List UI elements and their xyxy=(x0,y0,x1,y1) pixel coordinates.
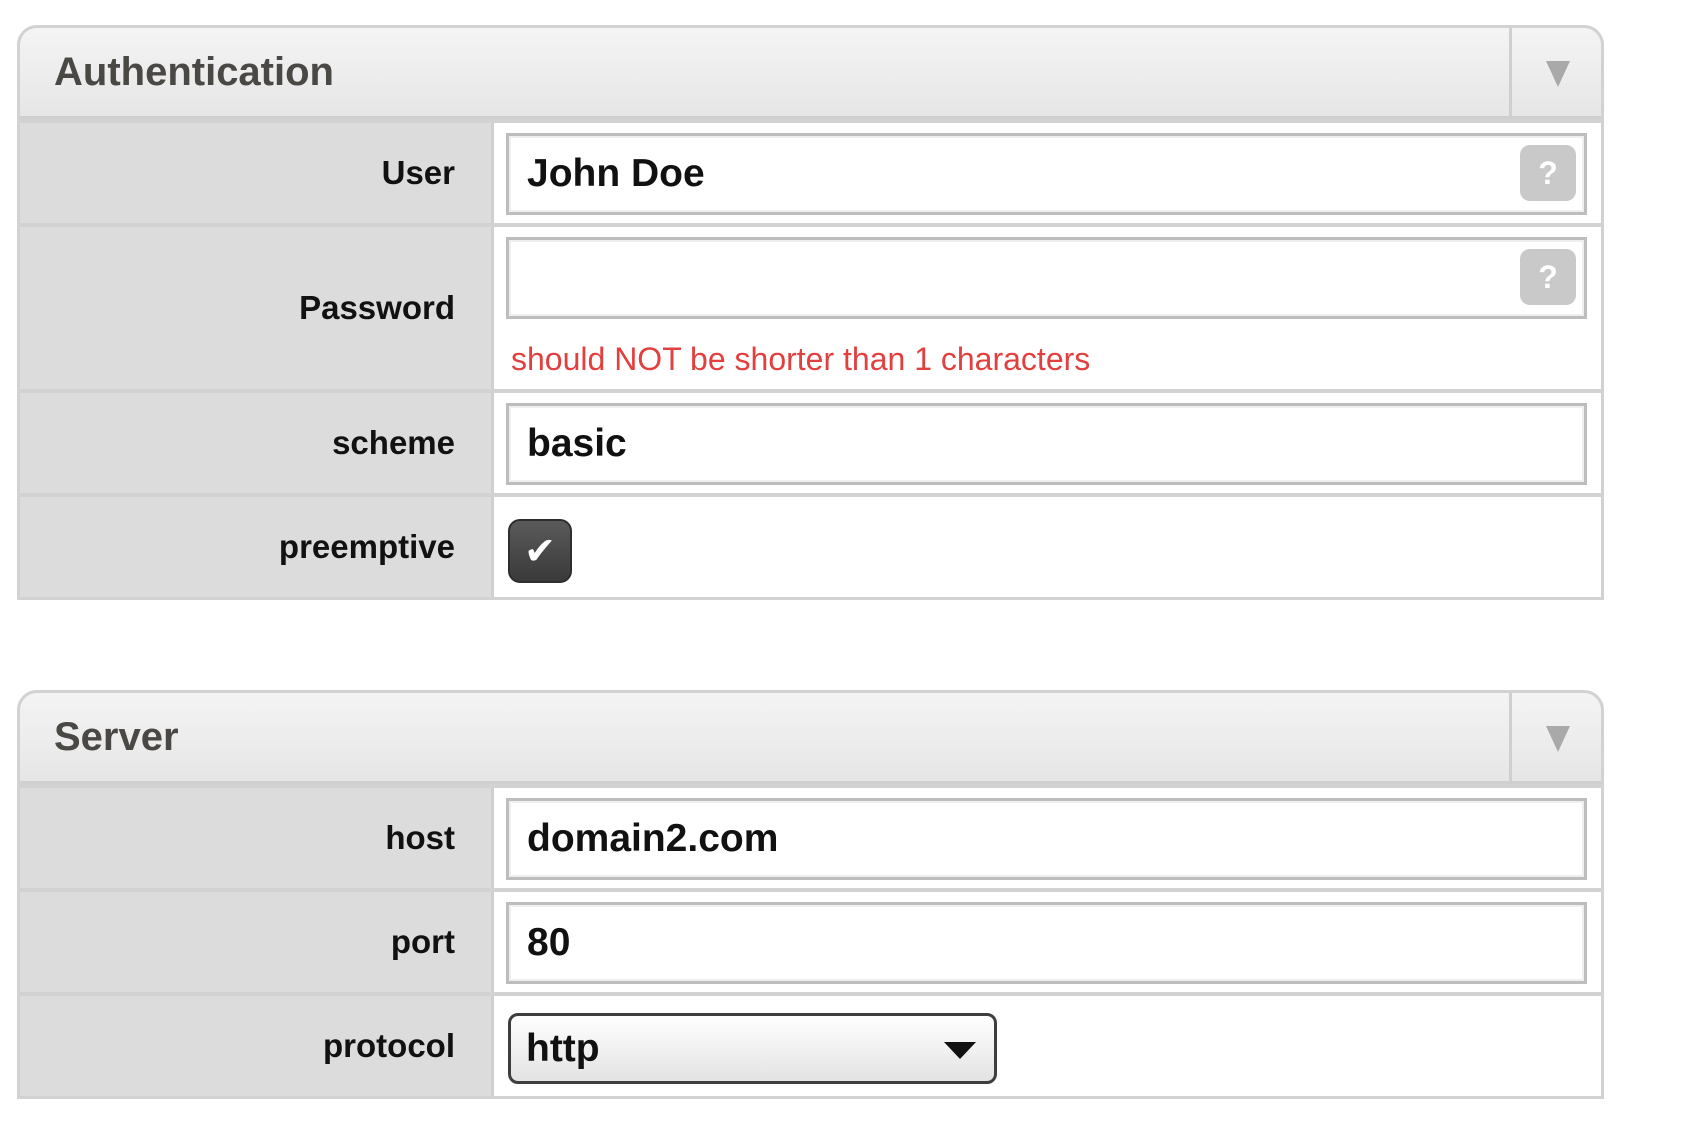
scheme-row: scheme basic xyxy=(20,389,1601,493)
protocol-value-cell: http xyxy=(494,996,1601,1096)
chevron-down-icon xyxy=(944,1042,976,1059)
protocol-label: protocol xyxy=(20,996,494,1096)
password-value-cell: ? should NOT be shorter than 1 character… xyxy=(494,227,1601,389)
user-input[interactable]: John Doe ? xyxy=(506,133,1587,215)
server-collapse-button[interactable] xyxy=(1509,693,1601,781)
host-input-value: domain2.com xyxy=(527,817,779,860)
password-row: Password ? should NOT be shorter than 1 … xyxy=(20,223,1601,389)
password-label: Password xyxy=(20,227,494,389)
scheme-value-cell: basic xyxy=(494,393,1601,493)
port-row: port 80 xyxy=(20,888,1601,992)
question-icon: ? xyxy=(1538,154,1558,191)
port-input[interactable]: 80 xyxy=(506,902,1587,984)
scheme-label: scheme xyxy=(20,393,494,493)
triangle-down-icon xyxy=(1546,61,1570,87)
password-help-button[interactable]: ? xyxy=(1520,249,1576,305)
host-label: host xyxy=(20,788,494,888)
host-row: host domain2.com xyxy=(20,784,1601,888)
preemptive-value-cell: ✔ xyxy=(494,497,1601,597)
authentication-title: Authentication xyxy=(54,50,334,94)
triangle-down-icon xyxy=(1546,726,1570,752)
user-help-button[interactable]: ? xyxy=(1520,145,1576,201)
password-input[interactable]: ? xyxy=(506,237,1587,319)
port-input-value: 80 xyxy=(527,921,571,964)
scheme-input[interactable]: basic xyxy=(506,403,1587,485)
authentication-collapse-button[interactable] xyxy=(1509,28,1601,116)
password-error-message: should NOT be shorter than 1 characters xyxy=(511,341,1091,377)
preemptive-checkbox[interactable]: ✔ xyxy=(508,519,572,583)
preemptive-row: preemptive ✔ xyxy=(20,493,1601,597)
user-input-value: John Doe xyxy=(527,152,705,195)
protocol-select[interactable]: http xyxy=(508,1013,997,1084)
protocol-row: protocol http xyxy=(20,992,1601,1096)
server-title: Server xyxy=(54,715,179,759)
user-row: User John Doe ? xyxy=(20,119,1601,223)
user-label: User xyxy=(20,123,494,223)
authentication-header[interactable]: Authentication xyxy=(20,28,1601,119)
question-icon: ? xyxy=(1538,258,1558,295)
authentication-panel: Authentication User John Doe ? Password … xyxy=(17,25,1604,600)
server-header[interactable]: Server xyxy=(20,693,1601,784)
preemptive-label: preemptive xyxy=(20,497,494,597)
server-panel: Server host domain2.com port 80 protocol… xyxy=(17,690,1604,1099)
port-label: port xyxy=(20,892,494,992)
host-value-cell: domain2.com xyxy=(494,788,1601,888)
checkmark-icon: ✔ xyxy=(524,530,556,573)
port-value-cell: 80 xyxy=(494,892,1601,992)
scheme-input-value: basic xyxy=(527,422,627,465)
user-value-cell: John Doe ? xyxy=(494,123,1601,223)
protocol-select-value: http xyxy=(526,1026,600,1070)
host-input[interactable]: domain2.com xyxy=(506,798,1587,880)
